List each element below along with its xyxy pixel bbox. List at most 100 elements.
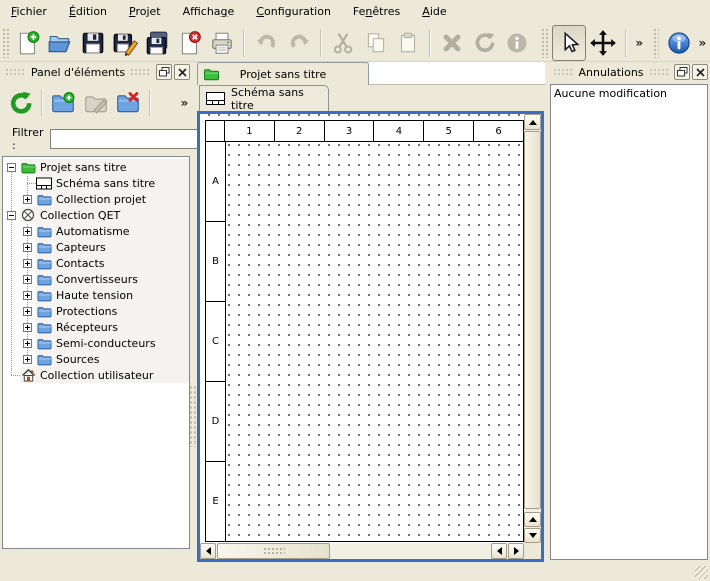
toolbar-grip[interactable] [2, 28, 9, 58]
expand-icon[interactable] [23, 275, 32, 284]
delete-category-button[interactable] [114, 87, 143, 119]
diagram-canvas[interactable]: 1 2 3 4 5 6 A B C D E [200, 114, 524, 543]
save-as-button[interactable] [110, 27, 140, 59]
tree-item-schema[interactable]: Schéma sans titre [3, 175, 189, 191]
scroll-left-button-2[interactable] [491, 543, 507, 559]
scroll-left-button[interactable] [200, 543, 216, 559]
close-panel-button[interactable] [692, 64, 708, 80]
save-all-icon [144, 30, 170, 56]
new-file-icon [15, 30, 41, 56]
redo-button[interactable] [284, 27, 314, 59]
tree-item-contacts[interactable]: Contacts [3, 255, 189, 271]
select-mode-button[interactable] [552, 25, 586, 61]
schema-tab[interactable]: Schéma sans titre [199, 85, 329, 111]
tree-item-collection-qet[interactable]: Collection QET [3, 207, 189, 223]
toolbar-grip[interactable] [653, 28, 660, 58]
undo-panel-titlebar[interactable]: Annulations [548, 62, 710, 82]
expand-icon[interactable] [23, 291, 32, 300]
tree-item-capteurs[interactable]: Capteurs [3, 239, 189, 255]
menu-fenetres[interactable]: Fenêtres [342, 0, 411, 24]
delete-button[interactable] [437, 27, 467, 59]
tree-item-haute-tension[interactable]: Haute tension [3, 287, 189, 303]
vertical-scrollbar[interactable] [524, 114, 541, 543]
tree-item-project[interactable]: Projet sans titre [3, 159, 189, 175]
tree-item-label: Convertisseurs [56, 273, 138, 286]
menu-fichier[interactable]: Fichier [0, 0, 58, 24]
cut-button[interactable] [328, 27, 358, 59]
horizontal-scroll-thumb[interactable] [217, 543, 330, 559]
save-all-button[interactable] [142, 27, 172, 59]
blue-folder-icon [36, 240, 52, 254]
reload-collections-button[interactable] [6, 87, 35, 119]
expand-icon[interactable] [23, 259, 32, 268]
save-button[interactable] [77, 27, 107, 59]
expand-icon[interactable] [23, 227, 32, 236]
cursor-arrow-icon [556, 30, 582, 56]
float-panel-button[interactable] [156, 64, 172, 80]
pan-mode-button[interactable] [588, 27, 618, 59]
expand-icon[interactable] [23, 355, 32, 364]
dock-splitter-handle[interactable] [189, 385, 196, 447]
tree-item-semi-conducteurs[interactable]: Semi-conducteurs [3, 335, 189, 351]
tree-item-protections[interactable]: Protections [3, 303, 189, 319]
edit-category-button[interactable] [81, 87, 110, 119]
project-window-tab[interactable]: Projet sans titre [197, 62, 369, 85]
collapse-icon[interactable] [7, 163, 16, 172]
expand-icon[interactable] [23, 195, 32, 204]
toolbar-overflow-button-2[interactable]: » [695, 36, 710, 50]
tree-item-collection-utilisateur[interactable]: Collection utilisateur [3, 367, 189, 383]
new-project-button[interactable] [13, 27, 43, 59]
menu-affichage[interactable]: Affichage [172, 0, 246, 24]
frame-column-headers: 1 2 3 4 5 6 [225, 120, 524, 142]
undo-list-item[interactable]: Aucune modification [554, 87, 704, 100]
tree-item-label: Automatisme [56, 225, 130, 238]
expand-icon[interactable] [23, 323, 32, 332]
elements-panel-titlebar[interactable]: Panel d'éléments [0, 62, 192, 82]
paste-icon [395, 30, 421, 56]
tree-item-collection-projet[interactable]: Collection projet [3, 191, 189, 207]
menu-projet[interactable]: Projet [118, 0, 172, 24]
panel-overflow-button[interactable]: » [177, 96, 192, 110]
menu-aide[interactable]: Aide [411, 0, 457, 24]
paste-button[interactable] [393, 27, 423, 59]
vertical-scroll-thumb[interactable] [524, 131, 541, 509]
tree-item-automatisme[interactable]: Automatisme [3, 223, 189, 239]
scroll-right-button[interactable] [508, 543, 524, 559]
blue-folder-icon [36, 352, 52, 366]
tree-item-sources[interactable]: Sources [3, 351, 189, 367]
info-button-disabled[interactable] [502, 27, 532, 59]
expand-icon[interactable] [23, 307, 32, 316]
expand-icon[interactable] [23, 243, 32, 252]
about-button[interactable] [663, 27, 693, 59]
close-file-button[interactable] [175, 27, 205, 59]
collapse-icon[interactable] [7, 211, 16, 220]
print-button[interactable] [207, 27, 237, 59]
copy-button[interactable] [360, 27, 390, 59]
open-project-button[interactable] [45, 27, 75, 59]
blue-folder-icon [36, 304, 52, 318]
project-folder-icon [20, 160, 36, 174]
close-panel-button[interactable] [174, 64, 190, 80]
qet-collection-icon [20, 208, 36, 222]
scroll-down-button[interactable] [524, 528, 541, 543]
menu-edition[interactable]: Édition [58, 0, 118, 24]
horizontal-scrollbar[interactable] [200, 543, 524, 559]
toolbar-overflow-button[interactable]: » [632, 36, 647, 50]
resize-grip-icon[interactable] [695, 566, 708, 579]
float-panel-button[interactable] [674, 64, 690, 80]
rotate-button[interactable] [470, 27, 500, 59]
undo-history-list[interactable]: Aucune modification [550, 84, 708, 560]
tree-item-recepteurs[interactable]: Récepteurs [3, 319, 189, 335]
scroll-right-icon [514, 547, 519, 555]
schema-icon [36, 176, 52, 190]
new-category-button[interactable] [49, 87, 78, 119]
row-header: B [205, 221, 226, 302]
scroll-up-button[interactable] [524, 114, 541, 130]
scroll-up-button-2[interactable] [524, 512, 541, 527]
undo-button[interactable] [251, 27, 281, 59]
tree-item-convertisseurs[interactable]: Convertisseurs [3, 271, 189, 287]
filter-input[interactable] [50, 129, 203, 149]
expand-icon[interactable] [23, 339, 32, 348]
toolbar-grip[interactable] [541, 28, 548, 58]
menu-configuration[interactable]: Configuration [245, 0, 342, 24]
